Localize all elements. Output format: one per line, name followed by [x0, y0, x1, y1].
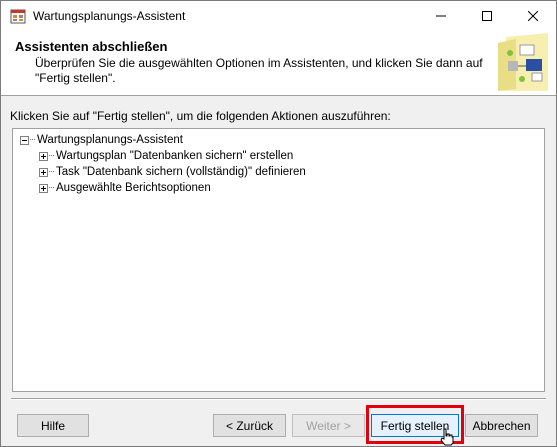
action-tree[interactable]: Wartungsplanungs-Assistent Wartungsplan … — [12, 128, 545, 392]
tree-item-label: Wartungsplan "Datenbanken sichern" erste… — [56, 150, 294, 162]
back-button[interactable]: < Zurück — [213, 414, 286, 437]
close-icon — [528, 11, 538, 21]
tree-item-label: Wartungsplanungs-Assistent — [37, 134, 183, 146]
footer-separator — [11, 398, 546, 400]
tree-item-define-task[interactable]: Task "Datenbank sichern (vollständig)" d… — [39, 164, 306, 180]
expand-icon[interactable] — [39, 183, 48, 193]
window-title: Wartungsplanungs-Assistent — [33, 9, 186, 23]
instruction-text: Klicken Sie auf "Fertig stellen", um die… — [10, 109, 391, 123]
tree-item-label: Ausgewählte Berichtsoptionen — [56, 182, 211, 194]
minimize-button[interactable] — [418, 1, 464, 31]
collapse-icon[interactable] — [20, 135, 29, 145]
maximize-button[interactable] — [464, 1, 510, 31]
cancel-button[interactable]: Abbrechen — [465, 414, 538, 437]
minimize-icon — [436, 15, 446, 17]
tree-item-label: Task "Datenbank sichern (vollständig)" d… — [56, 166, 306, 178]
tree-root-item[interactable]: Wartungsplanungs-Assistent — [20, 132, 183, 148]
wizard-graphic-icon — [498, 33, 548, 91]
next-button[interactable]: Weiter > — [292, 414, 365, 437]
maximize-icon — [482, 11, 492, 21]
tree-item-report-options[interactable]: Ausgewählte Berichtsoptionen — [39, 180, 211, 196]
title-bar: Wartungsplanungs-Assistent — [1, 1, 556, 31]
close-button[interactable] — [510, 1, 556, 31]
page-description: Überprüfen Sie die ausgewählten Optionen… — [35, 56, 483, 85]
wizard-window: Wartungsplanungs-Assistent Assistenten a… — [0, 0, 557, 447]
tree-item-create-plan[interactable]: Wartungsplan "Datenbanken sichern" erste… — [39, 148, 293, 164]
app-icon — [10, 9, 26, 24]
hand-cursor-icon — [440, 428, 454, 446]
expand-icon[interactable] — [39, 167, 48, 177]
page-title: Assistenten abschließen — [15, 39, 168, 54]
wizard-header: Assistenten abschließen Überprüfen Sie d… — [1, 31, 556, 96]
expand-icon[interactable] — [39, 151, 48, 161]
help-button[interactable]: Hilfe — [17, 414, 89, 437]
